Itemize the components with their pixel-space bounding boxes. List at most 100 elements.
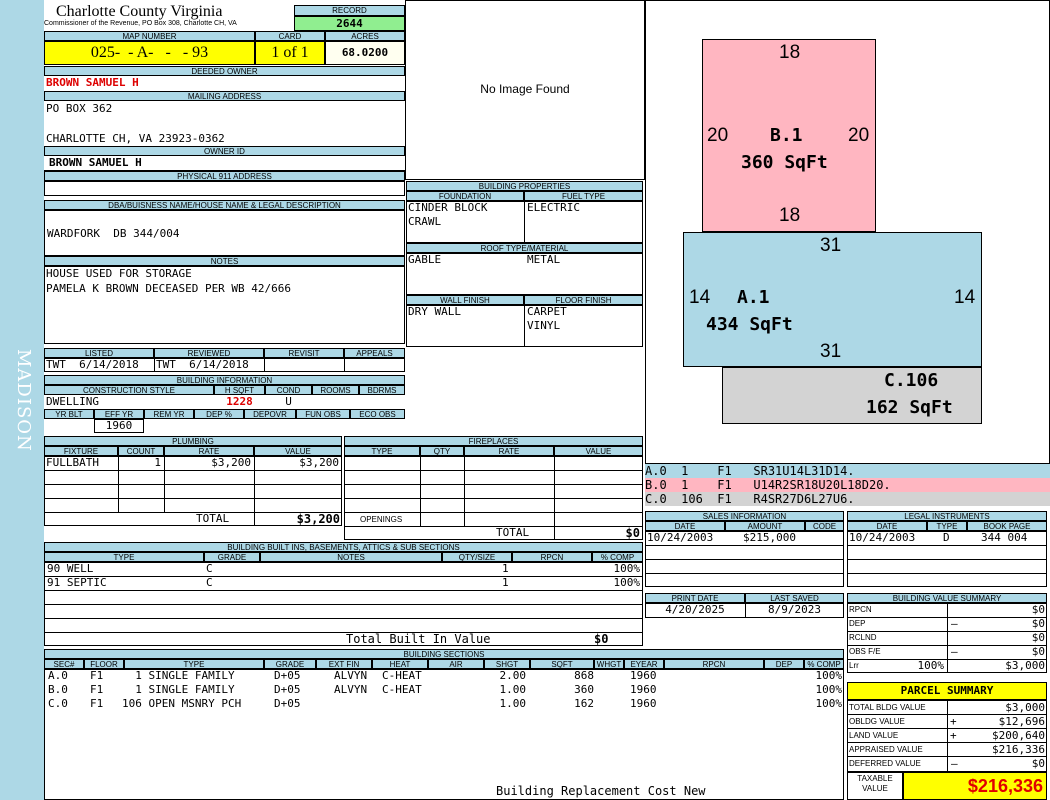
builtin-comp-1: 100%	[613, 562, 641, 575]
notes-label: NOTES	[44, 256, 405, 266]
sec-b-type: 1 SINGLE FAMILY	[122, 683, 235, 696]
district-label: MADISON	[13, 348, 34, 452]
sales-col-code: CODE	[805, 521, 844, 531]
notes-line-2: PAMELA K BROWN DECEASED PER WB 42/666	[46, 282, 292, 295]
sec-a-sec: A.0	[48, 669, 68, 682]
funobs-label: FUN OBS	[296, 409, 350, 419]
sec-a-floor: F1	[90, 669, 104, 682]
legal-col-type: TYPE	[927, 521, 967, 531]
foundation-1: CINDER BLOCK	[408, 201, 488, 214]
bdrms-label: BDRMS	[359, 385, 405, 395]
roof-material: METAL	[527, 253, 561, 266]
sales-label: SALES INFORMATION	[645, 511, 844, 521]
sec-a-eyear: 1960	[630, 669, 657, 682]
sketch-c-area: 162 SqFt	[866, 397, 953, 418]
deeded-owner-label: DEEDED OWNER	[44, 66, 405, 76]
sketch-a-bottom: 31	[820, 341, 842, 362]
builtins-total: $0	[594, 632, 609, 646]
bvs-lrr-label: Lrr	[849, 661, 859, 670]
dba-value: WARDFORK DB 344/004	[47, 227, 180, 240]
construction-style: DWELLING	[46, 395, 99, 408]
plumbing-total-label: TOTAL	[196, 512, 230, 525]
sec-col-sec: SEC#	[44, 659, 84, 669]
last-saved-label: LAST SAVED	[745, 593, 844, 603]
sec-col-type: TYPE	[124, 659, 264, 669]
sec-a-ext: ALVYN	[334, 669, 368, 682]
fireplace-col-qty: QTY	[420, 446, 464, 456]
sec-b-comp: 100%	[815, 683, 843, 696]
bvs-label: BUILDING VALUE SUMMARY	[847, 593, 1047, 603]
sec-c-floor: F1	[90, 697, 104, 710]
mailing-line-2: CHARLOTTE CH, VA 23923-0362	[46, 132, 225, 145]
sketch-a-name: A.1	[737, 287, 770, 308]
print-date-label: PRINT DATE	[645, 593, 745, 603]
bvs-rclnd-label: RCLND	[849, 633, 877, 642]
listed-value: TWT 6/14/2018	[46, 358, 139, 371]
parcel-deferred-value: $0	[1031, 757, 1045, 770]
sec-col-grade: GRADE	[264, 659, 316, 669]
sec-col-air: AIR	[428, 659, 484, 669]
sec-col-dep: DEP	[764, 659, 804, 669]
floor-finish-1: CARPET	[527, 305, 567, 318]
record-label: RECORD	[294, 5, 405, 16]
sidebar: MADISON	[0, 0, 44, 800]
plumbing-col-rate: RATE	[164, 446, 254, 456]
hsqft-value: 1228	[226, 395, 253, 408]
sales-col-date: DATE	[645, 521, 725, 531]
sec-a-type: 1 SINGLE FAMILY	[122, 669, 235, 682]
parcel-land-value: $200,640	[992, 729, 1045, 742]
physical-address-label: PHYSICAL 911 ADDRESS	[44, 171, 405, 181]
wall-finish: DRY WALL	[408, 305, 461, 318]
builtins-col-qty: QTY/SIZE	[442, 552, 512, 562]
plumbing-col-value: VALUE	[254, 446, 342, 456]
map-number-label: MAP NUMBER	[44, 31, 255, 41]
taxable-value: $216,336	[903, 772, 1047, 800]
sec-b-floor: F1	[90, 683, 104, 696]
sec-a-shgt: 2.00	[499, 669, 527, 682]
sec-col-rpcn: RPCN	[664, 659, 764, 669]
builtins-col-notes: NOTES	[260, 552, 442, 562]
building-info-label: BUILDING INFORMATION	[44, 375, 405, 385]
plumbing-value: $3,200	[299, 456, 339, 469]
effyr-value: 1960	[105, 419, 133, 432]
parcel-obldg-value: $12,696	[998, 715, 1045, 728]
plumbing-label: PLUMBING	[44, 436, 342, 446]
parcel-obldg-label: OBLDG VALUE	[849, 717, 905, 726]
remyr-label: REM YR	[144, 409, 194, 419]
mailing-line-1: PO BOX 362	[46, 102, 113, 115]
cond-value: U	[285, 395, 292, 408]
replacement-cost-label: Building Replacement Cost New	[496, 784, 706, 798]
sec-col-comp: % COMP	[804, 659, 844, 669]
builtin-qty-2: 1	[502, 576, 509, 589]
listed-label: LISTED	[44, 348, 154, 358]
fireplace-col-type: TYPE	[344, 446, 420, 456]
vector-c: C.0 106 F1 R4SR27D6L27U6.	[645, 492, 1050, 506]
sec-a-sqft: 868	[574, 669, 594, 682]
bvs-rpcn-label: RPCN	[849, 605, 872, 614]
last-saved-date: 8/9/2023	[768, 603, 821, 616]
dba-label: DBA/BUISNESS NAME/HOUSE NAME & LEGAL DES…	[44, 200, 405, 210]
builtins-label: BUILDING BUILT INS, BASEMENTS, ATTICS & …	[44, 542, 643, 552]
fireplaces-label: FIREPLACES	[344, 436, 643, 446]
sec-b-grade: D+05	[274, 683, 301, 696]
builtins-col-rpcn: RPCN	[512, 552, 592, 562]
reviewed-label: REVIEWED	[154, 348, 264, 358]
fireplace-col-value: VALUE	[554, 446, 643, 456]
sketch-a-top: 31	[820, 235, 842, 256]
floor-finish-2: VINYL	[527, 319, 561, 332]
reviewed-value: TWT 6/14/2018	[156, 358, 249, 371]
sec-c-eyear: 1960	[630, 697, 657, 710]
sec-c-sec: C.0	[48, 697, 68, 710]
sec-b-sec: B.0	[48, 683, 68, 696]
sec-col-extfin: EXT FIN	[316, 659, 372, 669]
mailing-address-label: MAILING ADDRESS	[44, 91, 405, 101]
hsqft-label: H SQFT	[214, 385, 265, 395]
builtins-total-label: Total Built In Value	[346, 632, 491, 646]
sec-c-grade: D+05	[274, 697, 301, 710]
fireplace-col-rate: RATE	[464, 446, 554, 456]
sec-b-ext: ALVYN	[334, 683, 368, 696]
sketch-b-top: 18	[779, 42, 801, 63]
legal-book: 344 004	[981, 531, 1028, 544]
floor-finish-label: FLOOR FINISH	[524, 295, 643, 305]
taxable-label-2: VALUE	[862, 784, 888, 793]
